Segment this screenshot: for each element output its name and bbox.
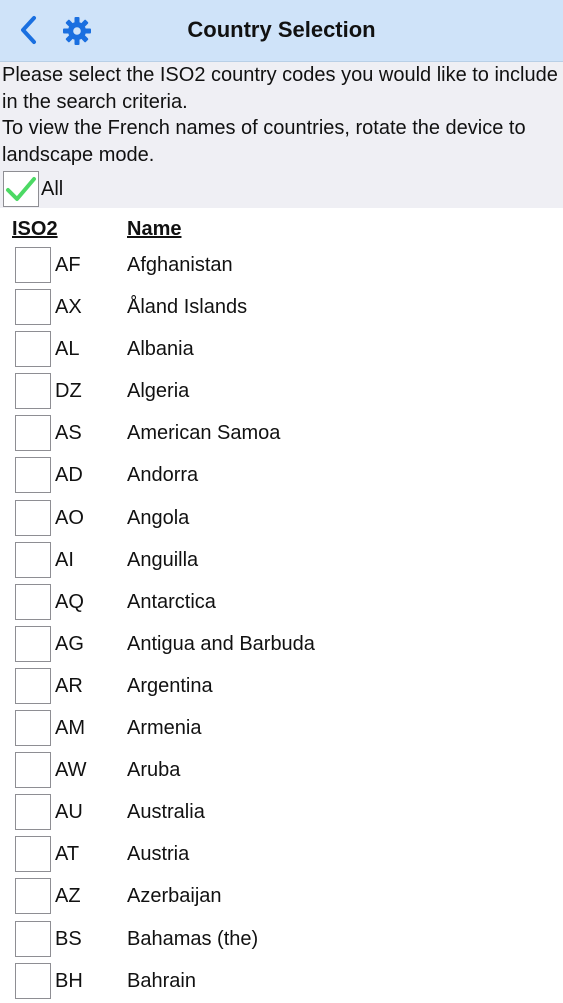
select-all-checkbox[interactable]: [3, 171, 39, 207]
list-item[interactable]: BH Bahrain: [0, 961, 563, 1003]
list-item[interactable]: AS American Samoa: [0, 413, 563, 455]
country-code: BH: [55, 969, 83, 992]
country-code: AW: [55, 759, 87, 782]
country-name: Austria: [127, 843, 190, 866]
list-item[interactable]: AU Australia: [0, 792, 563, 834]
country-name: Antigua and Barbuda: [127, 632, 315, 655]
country-checkbox[interactable]: [15, 373, 51, 410]
country-checkbox[interactable]: [15, 920, 51, 957]
country-checkbox[interactable]: [15, 541, 51, 578]
country-list: ISO2 Name AF Afghanistan AX Åland Islands AL…: [0, 208, 563, 1000]
navigation-bar: Country Selection: [0, 0, 563, 62]
column-header-iso2: ISO2: [12, 218, 58, 240]
country-checkbox[interactable]: [15, 962, 51, 999]
country-code: AT: [55, 843, 80, 866]
country-name: Bahamas (the): [127, 927, 259, 950]
country-name: Anguilla: [127, 548, 199, 571]
country-name: Algeria: [127, 380, 190, 403]
country-rows: AF Afghanistan AX Åland Islands AL Albania DZ A…: [0, 245, 563, 1003]
list-item[interactable]: AI Anguilla: [0, 540, 563, 582]
country-code: AS: [55, 422, 82, 445]
country-name: American Samoa: [127, 422, 281, 445]
country-code: AM: [55, 717, 85, 740]
country-checkbox[interactable]: [15, 710, 51, 747]
country-code: AU: [55, 801, 83, 824]
select-all-label: All: [41, 177, 64, 200]
list-item[interactable]: AG Antigua and Barbuda: [0, 624, 563, 666]
country-code: BS: [55, 927, 82, 950]
country-code: AQ: [55, 590, 84, 613]
list-item[interactable]: AZ Azerbaijan: [0, 876, 563, 918]
list-item[interactable]: AO Angola: [0, 498, 563, 540]
country-code: AI: [55, 548, 74, 571]
country-name: Andorra: [127, 464, 199, 487]
checkmark-icon: [6, 177, 36, 201]
country-name: Antarctica: [127, 590, 216, 613]
country-name: Australia: [127, 801, 205, 824]
country-code: AZ: [55, 885, 81, 908]
country-code: AF: [55, 254, 81, 276]
list-item[interactable]: AL Albania: [0, 329, 563, 371]
country-checkbox[interactable]: [15, 625, 51, 662]
list-item[interactable]: AQ Antarctica: [0, 582, 563, 624]
country-code: AD: [55, 464, 83, 487]
list-header: ISO2 Name: [0, 218, 563, 244]
country-name: Afghanistan: [127, 254, 233, 276]
list-item[interactable]: AM Armenia: [0, 708, 563, 750]
country-name: Bahrain: [127, 969, 196, 992]
list-item[interactable]: AR Argentina: [0, 666, 563, 708]
country-code: AX: [55, 296, 82, 319]
country-checkbox[interactable]: [15, 794, 51, 831]
country-code: AR: [55, 674, 83, 697]
country-name: Azerbaijan: [127, 885, 222, 908]
country-name: Aruba: [127, 759, 181, 782]
country-code: DZ: [55, 380, 82, 403]
country-name: Armenia: [127, 717, 202, 740]
country-checkbox[interactable]: [15, 415, 51, 452]
country-code: AG: [55, 632, 84, 655]
country-checkbox[interactable]: [15, 247, 51, 283]
list-item[interactable]: AF Afghanistan: [0, 245, 563, 287]
country-checkbox[interactable]: [15, 583, 51, 620]
country-checkbox[interactable]: [15, 836, 51, 873]
country-checkbox[interactable]: [15, 289, 51, 326]
page-title: Country Selection: [187, 17, 376, 42]
country-checkbox[interactable]: [15, 331, 51, 368]
list-item[interactable]: BS Bahamas (the): [0, 919, 563, 961]
instructions-text: Please select the ISO2 country codes you…: [2, 64, 558, 113]
list-item[interactable]: AX Åland Islands: [0, 287, 563, 329]
country-name: Argentina: [127, 674, 213, 697]
country-name: Albania: [127, 338, 194, 361]
list-item[interactable]: AD Andorra: [0, 455, 563, 497]
list-item[interactable]: DZ Algeria: [0, 371, 563, 413]
instructions-panel: Please select the ISO2 country codes you…: [0, 62, 563, 208]
select-all-toggle[interactable]: All: [3, 171, 63, 207]
country-checkbox[interactable]: [15, 499, 51, 536]
country-checkbox[interactable]: [15, 667, 51, 704]
country-name: Angola: [127, 506, 190, 529]
rotate-hint-text: To view the French names of countries, r…: [2, 117, 526, 166]
country-checkbox[interactable]: [15, 878, 51, 915]
country-code: AL: [55, 338, 80, 361]
country-name: Åland Islands: [127, 296, 248, 319]
country-checkbox[interactable]: [15, 457, 51, 494]
list-item[interactable]: AW Aruba: [0, 750, 563, 792]
country-checkbox[interactable]: [15, 752, 51, 789]
column-header-name: Name: [127, 218, 182, 240]
list-item[interactable]: AT Austria: [0, 834, 563, 876]
country-code: AO: [55, 506, 84, 529]
